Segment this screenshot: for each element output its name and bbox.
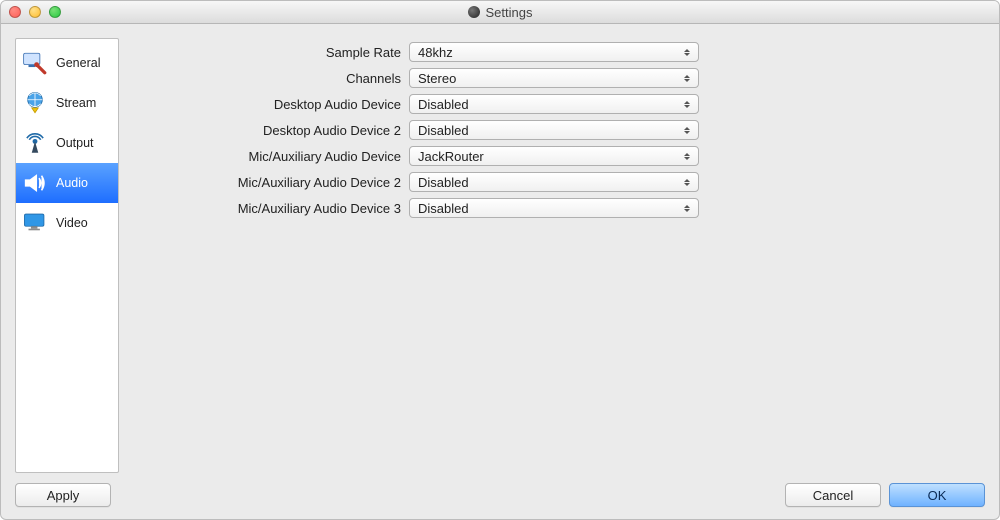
row-desktop-audio-2: Desktop Audio Device 2 Disabled xyxy=(133,120,985,140)
row-channels: Channels Stereo xyxy=(133,68,985,88)
sidebar-item-output[interactable]: Output xyxy=(16,123,118,163)
row-mic-aux: Mic/Auxiliary Audio Device JackRouter xyxy=(133,146,985,166)
stepper-arrows-icon xyxy=(680,95,694,113)
label-desktop-audio-2: Desktop Audio Device 2 xyxy=(133,123,401,138)
select-mic-aux-3[interactable]: Disabled xyxy=(409,198,699,218)
close-window-button[interactable] xyxy=(9,6,21,18)
select-sample-rate[interactable]: 48khz xyxy=(409,42,699,62)
minimize-window-button[interactable] xyxy=(29,6,41,18)
sidebar-item-label: General xyxy=(56,56,100,70)
select-value: Stereo xyxy=(418,71,456,86)
stepper-arrows-icon xyxy=(680,173,694,191)
select-desktop-audio-2[interactable]: Disabled xyxy=(409,120,699,140)
apply-button-label: Apply xyxy=(47,488,80,503)
antenna-icon xyxy=(20,128,50,158)
monitor-icon xyxy=(20,208,50,238)
app-icon xyxy=(468,6,480,18)
apply-button[interactable]: Apply xyxy=(15,483,111,507)
label-mic-aux-2: Mic/Auxiliary Audio Device 2 xyxy=(133,175,401,190)
titlebar: Settings xyxy=(1,1,999,24)
select-value: 48khz xyxy=(418,45,453,60)
zoom-window-button[interactable] xyxy=(49,6,61,18)
select-value: JackRouter xyxy=(418,149,484,164)
sidebar-item-audio[interactable]: Audio xyxy=(16,163,118,203)
content-area: General Stream xyxy=(1,24,999,473)
settings-sidebar: General Stream xyxy=(15,38,119,473)
select-mic-aux-2[interactable]: Disabled xyxy=(409,172,699,192)
settings-window: Settings General xyxy=(0,0,1000,520)
sidebar-item-video[interactable]: Video xyxy=(16,203,118,243)
row-mic-aux-2: Mic/Auxiliary Audio Device 2 Disabled xyxy=(133,172,985,192)
sidebar-item-label: Stream xyxy=(56,96,96,110)
label-mic-aux-3: Mic/Auxiliary Audio Device 3 xyxy=(133,201,401,216)
label-channels: Channels xyxy=(133,71,401,86)
window-title-text: Settings xyxy=(486,5,533,20)
wrench-icon xyxy=(20,48,50,78)
row-desktop-audio: Desktop Audio Device Disabled xyxy=(133,94,985,114)
label-desktop-audio: Desktop Audio Device xyxy=(133,97,401,112)
cancel-button[interactable]: Cancel xyxy=(785,483,881,507)
speaker-icon xyxy=(20,168,50,198)
stepper-arrows-icon xyxy=(680,121,694,139)
sidebar-item-label: Audio xyxy=(56,176,88,190)
sidebar-item-label: Output xyxy=(56,136,94,150)
button-bar: Apply Cancel OK xyxy=(1,473,999,519)
stepper-arrows-icon xyxy=(680,69,694,87)
sidebar-item-general[interactable]: General xyxy=(16,43,118,83)
select-mic-aux[interactable]: JackRouter xyxy=(409,146,699,166)
stepper-arrows-icon xyxy=(680,147,694,165)
select-value: Disabled xyxy=(418,175,469,190)
select-channels[interactable]: Stereo xyxy=(409,68,699,88)
row-sample-rate: Sample Rate 48khz xyxy=(133,42,985,62)
select-value: Disabled xyxy=(418,201,469,216)
label-mic-aux: Mic/Auxiliary Audio Device xyxy=(133,149,401,164)
select-value: Disabled xyxy=(418,123,469,138)
window-title: Settings xyxy=(1,5,999,20)
stepper-arrows-icon xyxy=(680,43,694,61)
sidebar-item-stream[interactable]: Stream xyxy=(16,83,118,123)
window-controls xyxy=(9,6,61,18)
select-desktop-audio[interactable]: Disabled xyxy=(409,94,699,114)
ok-button[interactable]: OK xyxy=(889,483,985,507)
cancel-button-label: Cancel xyxy=(813,488,853,503)
globe-icon xyxy=(20,88,50,118)
row-mic-aux-3: Mic/Auxiliary Audio Device 3 Disabled xyxy=(133,198,985,218)
label-sample-rate: Sample Rate xyxy=(133,45,401,60)
audio-settings-form: Sample Rate 48khz Channels Stereo Deskto… xyxy=(133,38,985,473)
sidebar-item-label: Video xyxy=(56,216,88,230)
stepper-arrows-icon xyxy=(680,199,694,217)
select-value: Disabled xyxy=(418,97,469,112)
ok-button-label: OK xyxy=(928,488,947,503)
